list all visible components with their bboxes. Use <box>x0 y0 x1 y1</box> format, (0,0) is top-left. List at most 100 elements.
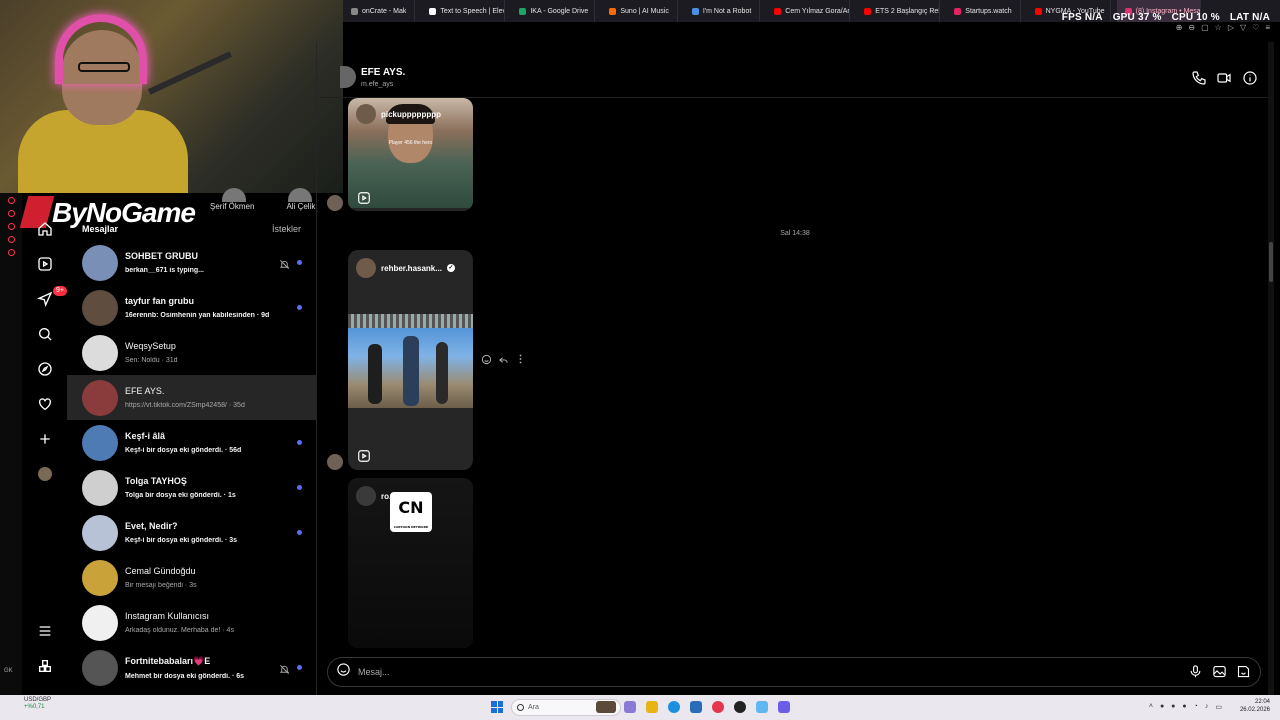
verified-badge-icon: ✓ <box>446 264 455 272</box>
browser-tab[interactable]: Cem Yılmaz Gora/Arog <box>766 0 851 22</box>
sender-avatar[interactable] <box>327 195 343 211</box>
conversation-item[interactable]: Tolga TAYHOŞ Tolga bir dosya eki gönderdi… <box>67 465 316 510</box>
battery-icon[interactable]: ▭ <box>1215 703 1222 711</box>
conversation-item[interactable]: Keşf-i âlâ Keşf-i bir dosya eki gönderdi.… <box>67 420 316 465</box>
play-icon[interactable]: ▷ <box>1228 23 1234 32</box>
chevron-up-icon[interactable]: ˄ <box>1149 703 1153 711</box>
tray-app-icon[interactable]: ● <box>1171 703 1175 711</box>
image-upload-icon[interactable] <box>1212 664 1228 680</box>
message-input[interactable] <box>358 667 1188 677</box>
conversation-item[interactable]: EFE AYS. https://vt.tiktok.com/ZSmp42458/… <box>67 375 316 420</box>
save-icon[interactable]: ▽ <box>1240 23 1246 32</box>
browser-tab[interactable]: ETS 2 Başlangıç Rehbe <box>856 0 941 22</box>
clock-time: 22:04 <box>1254 699 1270 705</box>
tray-app-icon[interactable]: ● <box>1182 703 1186 711</box>
info-icon[interactable] <box>1242 70 1258 86</box>
bookmark-icon[interactable]: ☆ <box>1215 23 1222 32</box>
browser-tab[interactable]: Startups.watch <box>946 0 1021 22</box>
tab-favicon-icon <box>609 7 617 15</box>
conversation-preview: Keşf-i bir dosya eki gönderdi. · 3s <box>125 537 238 544</box>
record-dot-icon[interactable] <box>7 197 15 204</box>
shared-reel-card[interactable]: Player 456 the hero pickupppppppp <box>348 98 473 211</box>
heart-icon[interactable]: ♡ <box>1252 23 1259 32</box>
voice-message-icon[interactable] <box>1188 664 1204 680</box>
settings-icon[interactable]: ≡ <box>1265 23 1270 32</box>
chat-contact-name[interactable]: EFE AYS. <box>361 67 405 78</box>
unread-dot <box>297 530 302 535</box>
shared-reel-card[interactable]: ro...nan CN CARTOON NETWORK <box>348 478 473 648</box>
more-options-icon[interactable]: ⋮ <box>515 354 526 365</box>
story-name[interactable]: Şerif Ökmen <box>210 202 254 211</box>
conversation-item[interactable]: Evet, Nedir? Keşf-i bir dosya eki gönderd… <box>67 510 316 555</box>
conversation-item[interactable]: Cemal Gündoğdu Bir mesajı beğendi · 3s <box>67 555 316 600</box>
replay-dot-icon[interactable] <box>7 223 15 230</box>
copilot-icon[interactable] <box>624 701 636 713</box>
conversation-item[interactable]: Instagram Kullanıcısı Arkadaş oldunuz. Me… <box>67 600 316 645</box>
widget-app-icon[interactable] <box>596 701 616 713</box>
profile-avatar-icon[interactable] <box>36 465 54 483</box>
network-icon[interactable]: ◔ <box>1194 703 1198 711</box>
chat-username[interactable]: m.efe_ays <box>361 81 393 88</box>
muted-bell-icon <box>279 662 290 674</box>
phone-icon[interactable] <box>1191 70 1207 86</box>
stories-row: Şerif Ökmen Ali Çelik <box>210 202 315 211</box>
browser-tab[interactable]: IKA - Google Drive <box>511 0 596 22</box>
home-icon[interactable] <box>36 220 54 238</box>
menu-icon[interactable] <box>36 622 54 640</box>
steam-icon[interactable] <box>734 701 746 713</box>
currency-widget[interactable]: USD/GBP +%0,71 <box>24 697 51 711</box>
app-icon[interactable] <box>756 701 768 713</box>
chat-scrollbar[interactable] <box>1268 42 1274 695</box>
scene-dot-icon[interactable] <box>7 236 15 243</box>
requests-link[interactable]: İstekler <box>272 224 301 234</box>
react-emoji-icon[interactable] <box>481 354 492 365</box>
message-timestamp: Sal 14:38 <box>780 230 810 237</box>
conversation-name: EFE AYS. <box>125 386 165 396</box>
start-icon[interactable] <box>491 701 503 713</box>
tray-app-icon[interactable]: ● <box>1160 703 1164 711</box>
conversation-item[interactable]: Fortnitebabaları💗E Mehmet bir dosya eki g… <box>67 645 316 690</box>
store-icon[interactable] <box>690 701 702 713</box>
avatar <box>82 649 118 686</box>
screenshot-icon[interactable]: ▢ <box>1201 23 1209 32</box>
search-icon[interactable] <box>36 325 54 343</box>
unread-dot <box>297 440 302 445</box>
search-icon <box>517 704 524 711</box>
scrollbar-thumb[interactable] <box>1269 242 1273 282</box>
edge-icon[interactable] <box>668 701 680 713</box>
messages-icon[interactable]: 9+ <box>36 286 67 308</box>
conversation-item[interactable]: WeqsySetup Sen: Noldu · 31d <box>67 330 316 375</box>
shared-reel-card[interactable]: rehber.hasank... ✓ <box>348 250 473 470</box>
browser-tab[interactable]: Suno | AI Music <box>601 0 678 22</box>
opera-gx-icon[interactable] <box>712 701 724 713</box>
reels-icon[interactable] <box>36 255 54 273</box>
conversation-item[interactable]: tayfur fan grubu 16erennb: Osimhenin yan … <box>67 285 316 330</box>
file-explorer-icon[interactable] <box>646 701 658 713</box>
browser-tab[interactable]: Text to Speech | Eleve <box>421 0 506 22</box>
discord-icon[interactable] <box>778 701 790 713</box>
mic-arm <box>147 51 233 95</box>
browser-tab[interactable]: onCrate - Mak <box>343 0 416 22</box>
volume-icon[interactable]: ♪ <box>1205 703 1209 711</box>
zoom-in-icon[interactable]: ⊕ <box>1176 23 1183 32</box>
create-icon[interactable] <box>36 430 54 448</box>
emoji-icon[interactable] <box>336 662 351 682</box>
explore-icon[interactable] <box>36 360 54 378</box>
sender-avatar[interactable] <box>327 454 343 470</box>
video-call-icon[interactable] <box>1216 70 1232 86</box>
zoom-out-icon[interactable]: ⊖ <box>1188 23 1195 32</box>
reply-icon[interactable] <box>498 354 509 365</box>
threads-grid-icon[interactable] <box>36 657 54 675</box>
avatar <box>82 514 118 551</box>
fps-label: FPS <box>1061 12 1082 23</box>
notifications-icon[interactable] <box>36 395 54 413</box>
clock[interactable]: 22:04 26.02.2026 <box>1240 698 1270 714</box>
stream-dot-icon[interactable] <box>7 210 15 217</box>
unread-dot <box>297 305 302 310</box>
chat-avatar[interactable] <box>340 66 356 88</box>
conversation-item[interactable]: SOHBET GRUBU berkan__671 is typing... <box>67 240 316 285</box>
story-name[interactable]: Ali Çelik <box>286 202 315 211</box>
sticker-icon[interactable] <box>1236 664 1252 680</box>
browser-tab[interactable]: I'm Not a Robot <box>684 0 761 22</box>
source-dot-icon[interactable] <box>7 249 15 256</box>
